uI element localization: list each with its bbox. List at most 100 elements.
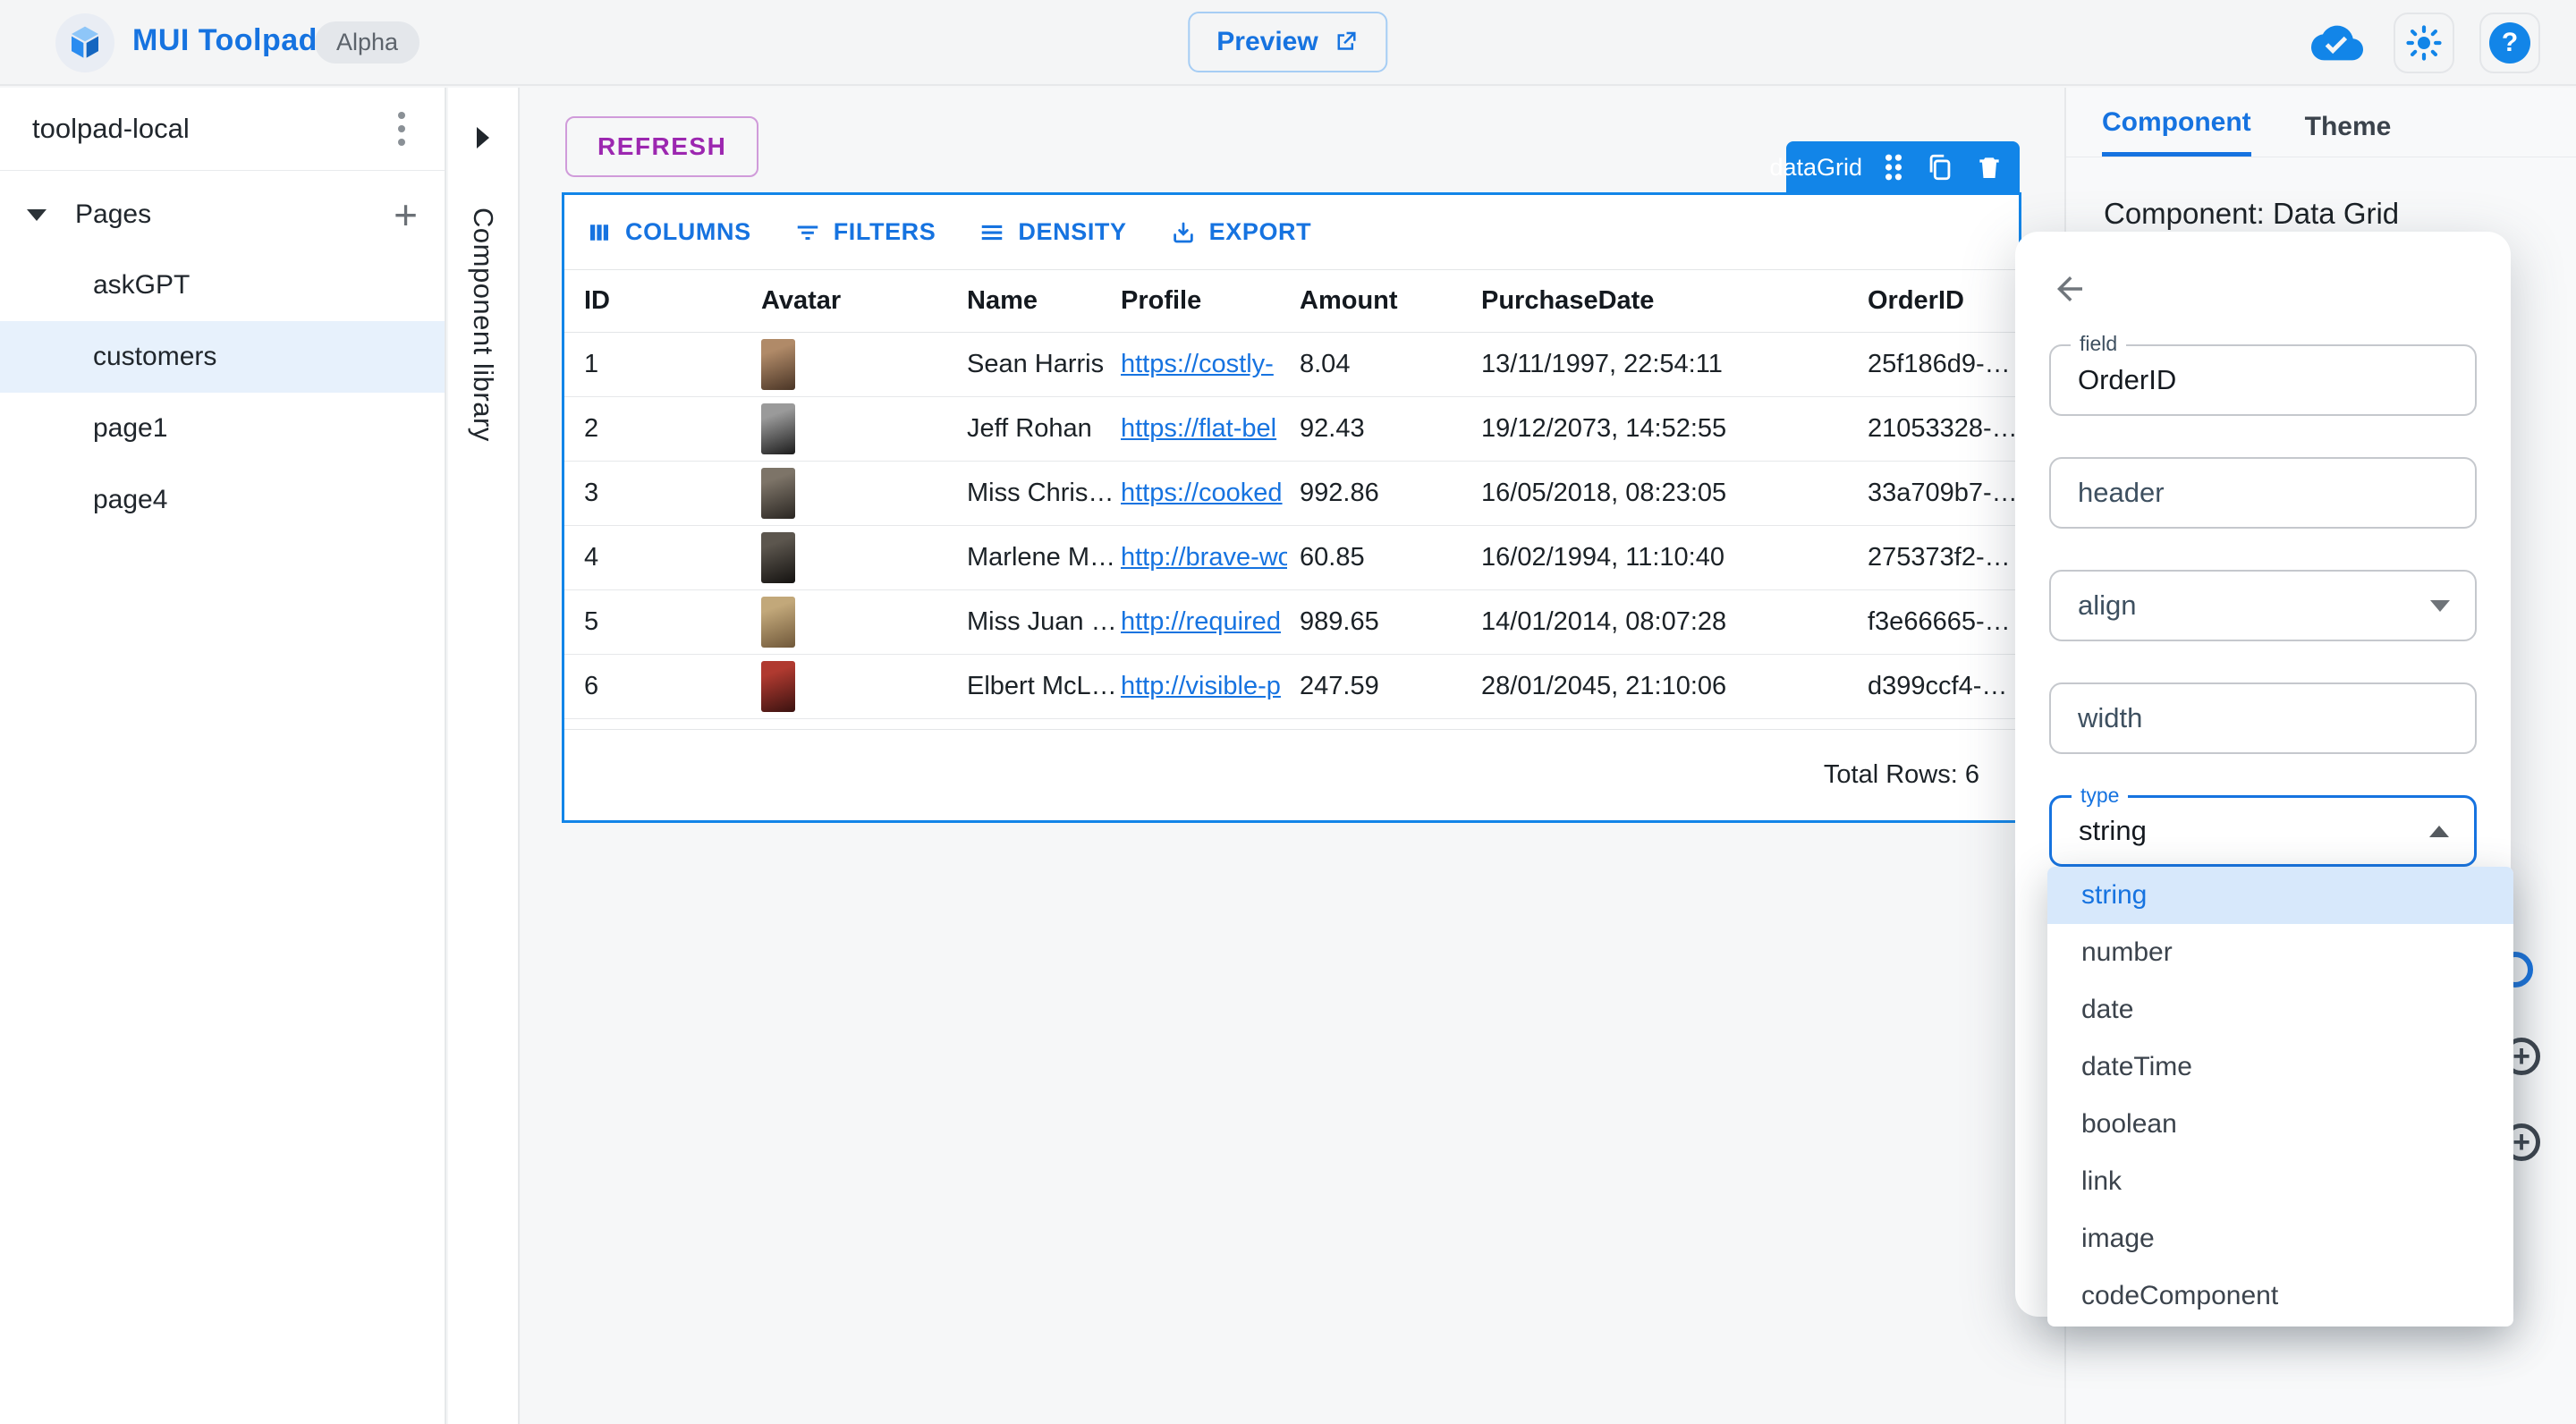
table-row: 1 Sean Harris https://costly- 8.04 13/11… bbox=[564, 333, 2019, 397]
duplicate-component-icon[interactable] bbox=[1925, 152, 1955, 182]
download-icon bbox=[1170, 219, 1197, 246]
menu-item-link[interactable]: link bbox=[2047, 1153, 2513, 1210]
data-grid-component[interactable]: COLUMNS FILTERS DENSITY EXPORT ID Avatar… bbox=[562, 192, 2021, 823]
component-library-strip: Component library bbox=[448, 88, 520, 1424]
refresh-button[interactable]: REFRESH bbox=[565, 116, 759, 177]
selected-component-chip[interactable]: dataGrid bbox=[1769, 141, 2020, 193]
cell-amount: 247.59 bbox=[1300, 672, 1379, 700]
grid-footer: Total Rows: 6 bbox=[564, 729, 2019, 820]
density-icon bbox=[979, 219, 1005, 246]
cell-purchasedate: 19/12/2073, 14:52:55 bbox=[1481, 414, 1727, 443]
sidebar-item-page1[interactable]: page1 bbox=[0, 393, 445, 464]
table-row: 6 Elbert McL… http://visible-p 247.59 28… bbox=[564, 655, 2019, 719]
type-select[interactable]: type string bbox=[2049, 784, 2477, 867]
cell-avatar bbox=[761, 468, 967, 519]
filters-button[interactable]: FILTERS bbox=[794, 218, 936, 246]
column-header-amount[interactable]: Amount bbox=[1300, 286, 1481, 316]
sidebar-item-customers[interactable]: customers bbox=[0, 321, 445, 393]
pages-section-header: Pages + bbox=[0, 180, 445, 250]
avatar bbox=[761, 532, 795, 583]
back-button[interactable] bbox=[2051, 269, 2090, 309]
cloud-done-icon[interactable] bbox=[2306, 13, 2368, 73]
columns-button[interactable]: COLUMNS bbox=[586, 218, 751, 246]
header-input[interactable]: header bbox=[2049, 457, 2477, 529]
menu-item-datetime[interactable]: dateTime bbox=[2047, 1038, 2513, 1096]
export-button[interactable]: EXPORT bbox=[1170, 218, 1312, 246]
cell-profile: https://flat-bel bbox=[1121, 414, 1300, 444]
menu-item-string[interactable]: string bbox=[2047, 867, 2513, 924]
type-dropdown-menu: string number date dateTime boolean link… bbox=[2047, 867, 2513, 1327]
profile-link[interactable]: https://flat-bel bbox=[1121, 414, 1287, 444]
cell-id: 5 bbox=[584, 607, 599, 636]
column-header-id[interactable]: ID bbox=[584, 286, 761, 316]
column-header-name[interactable]: Name bbox=[967, 286, 1121, 316]
project-name: toolpad-local bbox=[32, 113, 190, 144]
column-header-purchasedate[interactable]: PurchaseDate bbox=[1481, 286, 1868, 316]
project-menu-button[interactable] bbox=[391, 105, 412, 153]
field-input[interactable]: field OrderID bbox=[2049, 332, 2477, 416]
column-header-profile[interactable]: Profile bbox=[1121, 286, 1300, 316]
profile-link[interactable]: http://required bbox=[1121, 607, 1287, 637]
table-row: 4 Marlene M… http://brave-wo 60.85 16/02… bbox=[564, 526, 2019, 590]
light-mode-icon bbox=[2405, 24, 2443, 62]
profile-link[interactable]: http://brave-wo bbox=[1121, 543, 1287, 572]
tab-component[interactable]: Component bbox=[2102, 107, 2251, 157]
cell-id: 2 bbox=[584, 414, 599, 443]
sidebar-item-page4[interactable]: page4 bbox=[0, 464, 445, 536]
menu-item-boolean[interactable]: boolean bbox=[2047, 1096, 2513, 1153]
menu-item-date[interactable]: date bbox=[2047, 981, 2513, 1038]
width-input[interactable]: width bbox=[2049, 682, 2477, 754]
column-header-orderid[interactable]: OrderID bbox=[1868, 286, 2019, 316]
type-select-label: type bbox=[2072, 784, 2129, 808]
column-header-avatar[interactable]: Avatar bbox=[761, 286, 967, 316]
cell-profile: http://visible-p bbox=[1121, 672, 1300, 701]
cell-name: Miss Chris… bbox=[967, 479, 1114, 507]
avatar bbox=[761, 661, 795, 712]
profile-link[interactable]: https://costly- bbox=[1121, 350, 1287, 379]
pages-section-label: Pages bbox=[75, 199, 152, 229]
align-select-placeholder: align bbox=[2078, 589, 2137, 621]
align-select[interactable]: align bbox=[2049, 570, 2477, 641]
cell-profile: http://brave-wo bbox=[1121, 543, 1300, 572]
avatar bbox=[761, 339, 795, 390]
cell-amount: 60.85 bbox=[1300, 543, 1365, 572]
app-bar: MUI Toolpad Alpha Preview ? bbox=[0, 0, 2576, 86]
delete-component-icon[interactable] bbox=[1975, 153, 2004, 182]
density-button-label: DENSITY bbox=[1018, 218, 1127, 245]
cell-id: 1 bbox=[584, 350, 599, 378]
cell-profile: https://cooked bbox=[1121, 479, 1300, 508]
table-row: 2 Jeff Rohan https://flat-bel 92.43 19/1… bbox=[564, 397, 2019, 462]
sidebar-item-askgpt[interactable]: askGPT bbox=[0, 250, 445, 321]
cell-purchasedate: 13/11/1997, 22:54:11 bbox=[1481, 350, 1723, 378]
cell-name: Miss Juan … bbox=[967, 607, 1117, 636]
arrow-back-icon bbox=[2051, 270, 2090, 308]
add-page-button[interactable]: + bbox=[394, 194, 418, 235]
project-row: toolpad-local bbox=[0, 88, 445, 171]
help-button[interactable]: ? bbox=[2479, 13, 2540, 73]
cell-amount: 92.43 bbox=[1300, 414, 1365, 443]
open-in-new-icon bbox=[1333, 29, 1360, 55]
cell-amount: 8.04 bbox=[1300, 350, 1351, 378]
profile-link[interactable]: http://visible-p bbox=[1121, 672, 1287, 701]
type-select-value: string bbox=[2079, 815, 2147, 846]
field-input-value: OrderID bbox=[2078, 364, 2177, 395]
expand-component-library-icon[interactable] bbox=[477, 127, 489, 148]
cell-purchasedate: 28/01/2045, 21:10:06 bbox=[1481, 672, 1727, 700]
tab-theme[interactable]: Theme bbox=[2305, 112, 2392, 157]
cell-avatar bbox=[761, 403, 967, 454]
preview-button[interactable]: Preview bbox=[1188, 12, 1388, 72]
drag-handle-icon[interactable] bbox=[1882, 151, 1905, 183]
version-badge: Alpha bbox=[315, 21, 420, 64]
cell-avatar bbox=[761, 532, 967, 583]
field-input-label: field bbox=[2071, 332, 2127, 356]
selected-component-name: dataGrid bbox=[1769, 153, 1862, 181]
density-button[interactable]: DENSITY bbox=[979, 218, 1126, 246]
profile-link[interactable]: https://cooked bbox=[1121, 479, 1287, 508]
collapse-pages-icon[interactable] bbox=[27, 208, 47, 221]
theme-toggle-button[interactable] bbox=[2394, 13, 2454, 73]
avatar bbox=[761, 468, 795, 519]
cell-purchasedate: 16/02/1994, 11:10:40 bbox=[1481, 543, 1724, 572]
menu-item-codecomponent[interactable]: codeComponent bbox=[2047, 1267, 2513, 1325]
menu-item-number[interactable]: number bbox=[2047, 924, 2513, 981]
menu-item-image[interactable]: image bbox=[2047, 1210, 2513, 1267]
